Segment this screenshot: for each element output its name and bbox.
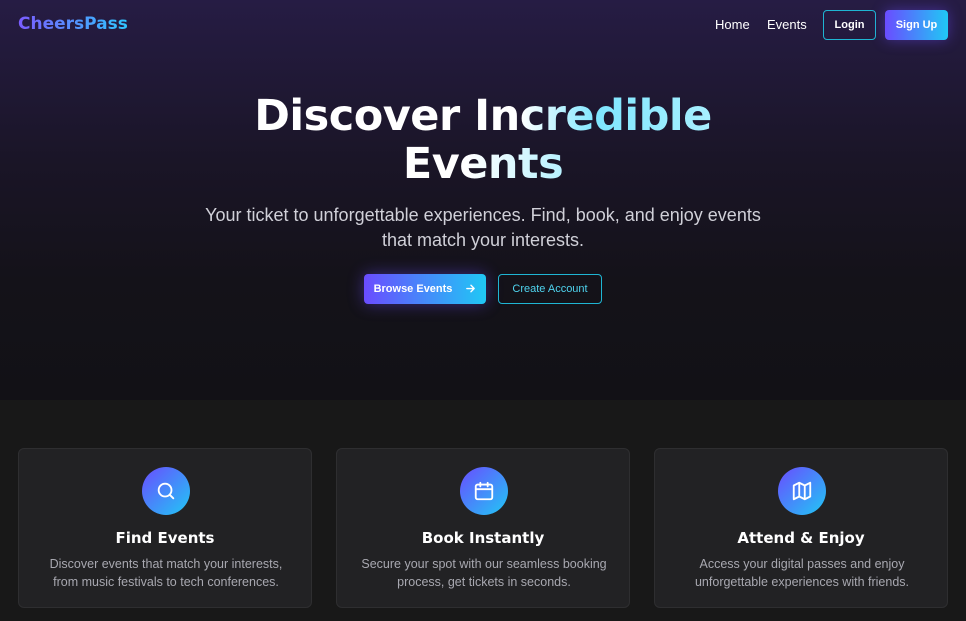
navbar: CheersPass Home Events Login Sign Up [0, 0, 966, 52]
calendar-icon [460, 467, 508, 515]
nav-link-events[interactable]: Events [767, 17, 807, 32]
create-account-button[interactable]: Create Account [498, 274, 602, 304]
browse-events-button[interactable]: Browse Events [364, 274, 486, 304]
hero-title-part2: credible [519, 91, 713, 141]
feature-description: Secure your spot with our seamless booki… [361, 557, 607, 589]
arrow-right-icon [465, 283, 476, 296]
hero-title-part1: Discover In [254, 91, 520, 141]
feature-card-find-events: Find Events Discover events that match y… [18, 448, 312, 608]
hero-title: Discover Incredible Events [0, 92, 966, 188]
features-section: Find Events Discover events that match y… [0, 400, 966, 621]
nav-link-home[interactable]: Home [715, 17, 750, 32]
logo[interactable]: CheersPass [18, 14, 128, 34]
feature-card-attend-enjoy: Attend & Enjoy Access your digital passe… [654, 448, 948, 608]
feature-card-book-instantly: Book Instantly Secure your spot with our… [336, 448, 630, 608]
browse-events-label: Browse Events [373, 283, 453, 295]
login-button[interactable]: Login [823, 10, 876, 40]
signup-button[interactable]: Sign Up [885, 10, 948, 40]
hero-subtitle: Your ticket to unforgettable experiences… [205, 205, 761, 250]
map-icon [778, 467, 826, 515]
feature-description: Access your digital passes and enjoy unf… [694, 557, 909, 589]
hero-title-part3: Events [402, 139, 564, 189]
feature-title: Attend & Enjoy [737, 529, 865, 547]
feature-description: Discover events that match your interest… [49, 557, 283, 589]
feature-title: Find Events [115, 529, 215, 547]
feature-title: Book Instantly [421, 529, 545, 547]
hero-section: CheersPass Home Events Login Sign Up Dis… [0, 0, 966, 400]
search-icon [142, 467, 190, 515]
